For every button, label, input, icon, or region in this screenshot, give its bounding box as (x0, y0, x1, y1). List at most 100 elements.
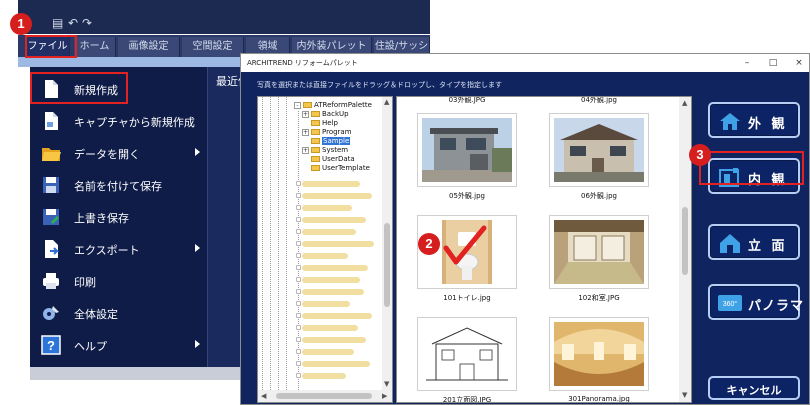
blurred-expander (296, 217, 301, 222)
menu-item-export[interactable]: エクスポート (30, 233, 208, 265)
undo-icon[interactable]: ↶ (68, 16, 78, 30)
blurred-expander (296, 289, 301, 294)
settings-icon (43, 306, 59, 320)
menu-label-save: 上書き保存 (74, 212, 129, 225)
blurred-expander (296, 181, 301, 186)
highlight-box-file-tab (25, 35, 77, 58)
tree-node-userdata[interactable]: UserData (311, 155, 355, 164)
save-quick-icon[interactable]: ▤ (52, 16, 63, 30)
scroll-down-icon[interactable]: ▼ (682, 391, 687, 399)
tree-scroll-thumb[interactable] (384, 223, 390, 307)
expand-icon[interactable]: + (302, 146, 309, 154)
panorama-button[interactable]: 360° パノラマ (708, 284, 803, 320)
menu-item-save-as[interactable]: 名前を付けて保存 (30, 169, 208, 201)
blurred-expander (296, 313, 301, 318)
gallery-vertical-scrollbar[interactable]: ▲ ▼ (679, 97, 691, 402)
scroll-up-icon[interactable]: ▲ (384, 98, 389, 106)
redo-icon[interactable]: ↷ (82, 16, 92, 30)
tab-home[interactable]: ホーム (74, 37, 116, 57)
tree-node-program[interactable]: + Program (302, 128, 352, 137)
panorama-button-label: パノラマ (748, 299, 805, 314)
exterior-button[interactable]: 外 観 (708, 102, 800, 138)
gallery-scroll-thumb[interactable] (682, 207, 688, 275)
scroll-left-icon[interactable]: ◀ (261, 392, 266, 400)
collapse-icon[interactable]: - (294, 101, 301, 109)
panorama-image (554, 322, 644, 386)
thumbnail-caption: 201立面図.JPG (442, 396, 492, 403)
blurred-tree-row (302, 289, 364, 295)
tree-guide-line (278, 97, 279, 390)
thumbnail-caption: 301Panorama.jpg (568, 395, 630, 403)
tree-guide-line (262, 97, 263, 390)
thumbnail-frame (417, 317, 517, 391)
thumbnail-frame (549, 317, 649, 391)
save-icon (43, 209, 59, 225)
app-titlebar: ▤ ↶ ↷ (18, 0, 430, 34)
tree-node-system[interactable]: + System (302, 146, 348, 155)
thumbnail-caption: 102和室.JPG (578, 294, 620, 302)
blurred-tree-row (302, 349, 354, 355)
svg-text:?: ? (47, 338, 55, 353)
scroll-up-icon[interactable]: ▲ (682, 99, 687, 107)
printer-icon (43, 273, 59, 289)
thumbnail-caption: 06外観.jpg (581, 192, 617, 200)
tree-horizontal-scrollbar[interactable]: ◀ ▶ (258, 390, 392, 402)
exterior-brown-house-image (554, 118, 644, 182)
blurred-expander (296, 205, 301, 210)
scroll-right-icon[interactable]: ▶ (382, 392, 387, 400)
menu-item-help[interactable]: ? ヘルプ (30, 329, 208, 361)
tree-node-sample[interactable]: Sample (311, 137, 351, 146)
folder-tree[interactable]: - ATReformPalette + BackUp Help + Program S… (257, 96, 393, 403)
tree-vertical-scrollbar[interactable]: ▲ ▼ (382, 97, 392, 390)
panorama-360-text: 360° (723, 300, 738, 308)
menu-item-save[interactable]: 上書き保存 (30, 201, 208, 233)
tree-node-atreformpalette[interactable]: - ATReformPalette (294, 101, 372, 110)
menu-item-new-from-capture[interactable]: キャプチャから新規作成 (30, 105, 208, 137)
save-as-icon (43, 177, 59, 193)
submenu-arrow-icon (195, 148, 200, 156)
menu-item-print[interactable]: 印刷 (30, 265, 208, 297)
cancel-button[interactable]: キャンセル (708, 376, 800, 400)
capture-document-icon (45, 112, 58, 130)
menu-item-global-settings[interactable]: 全体設定 (30, 297, 208, 329)
blurred-expander (296, 349, 301, 354)
blurred-tree-row (302, 301, 350, 307)
thumbnail-frame (549, 215, 649, 289)
checkmark-icon (443, 225, 487, 265)
tree-node-backup[interactable]: + BackUp (302, 110, 349, 119)
tree-node-usertemplate[interactable]: UserTemplate (311, 164, 370, 173)
tab-image-settings[interactable]: 画像設定 (118, 37, 180, 57)
menu-item-open-data[interactable]: データを開く (30, 137, 208, 169)
blurred-expander (296, 301, 301, 306)
step-badge-2: 2 (418, 233, 440, 255)
dialog-title: ARCHITREND リフォームパレット (247, 59, 358, 67)
expand-icon[interactable]: + (302, 110, 309, 118)
help-icon: ? (41, 335, 61, 355)
tree-hscroll-thumb[interactable] (276, 393, 372, 399)
tab-space-settings[interactable]: 空間設定 (182, 37, 244, 57)
blurred-tree-row (302, 277, 360, 283)
submenu-arrow-icon (195, 244, 200, 252)
blurred-tree-row (302, 193, 372, 199)
dialog-titlebar: ARCHITREND リフォームパレット – □ × (241, 54, 809, 72)
expand-icon[interactable]: + (302, 128, 309, 136)
folder-icon (311, 120, 320, 126)
blurred-tree-row (302, 241, 374, 247)
reform-palette-dialog: ARCHITREND リフォームパレット – □ × 写真を選択または直接ファイ… (240, 53, 810, 405)
menu-label-help: ヘルプ (74, 340, 107, 353)
house-exterior-icon (720, 113, 740, 130)
close-button[interactable]: × (789, 56, 809, 70)
blurred-expander (296, 373, 301, 378)
blurred-expander (296, 229, 301, 234)
scroll-down-icon[interactable]: ▼ (384, 380, 389, 388)
elevation-button[interactable]: 立 面 (708, 224, 800, 260)
minimize-button[interactable]: – (737, 56, 757, 70)
dialog-body: 写真を選択または直接ファイルをドラッグ＆ドロップし、タイプを指定します - ATR… (241, 72, 809, 404)
blurred-expander (296, 325, 301, 330)
maximize-button[interactable]: □ (763, 56, 783, 70)
elevation-icon (720, 234, 740, 253)
highlight-box-interior (699, 151, 804, 185)
folder-icon (303, 102, 312, 108)
folder-icon (311, 138, 320, 144)
tree-node-help[interactable]: Help (311, 119, 338, 128)
